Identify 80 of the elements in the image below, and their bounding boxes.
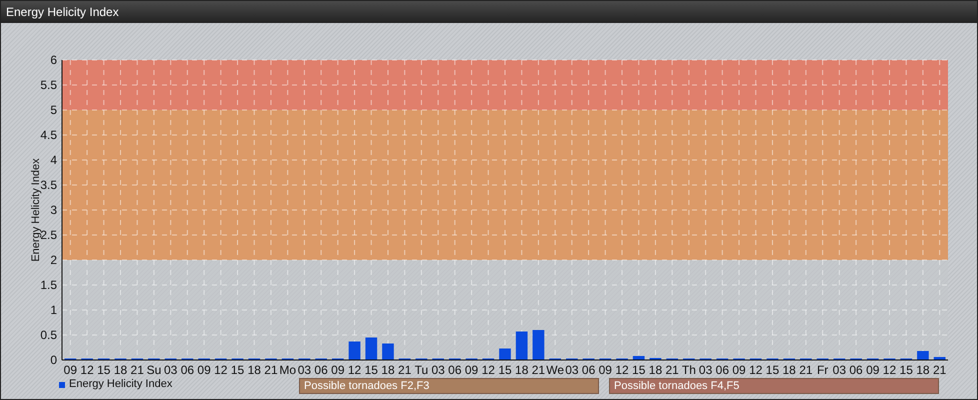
annotation-label: Possible tornadoes F4,F5 — [609, 378, 939, 394]
x-tick-label: 15 — [230, 363, 244, 377]
x-tick-label: 12 — [482, 363, 495, 377]
x-tick-label: 03 — [832, 363, 846, 377]
legend-label: Energy Helicity Index — [69, 378, 172, 390]
x-tick-label: 03 — [565, 363, 579, 377]
bar — [382, 344, 394, 360]
y-tick-label: 4 — [50, 153, 57, 167]
x-tick-label: 15 — [97, 363, 110, 377]
x-tick-label: 18 — [114, 363, 128, 377]
x-tick-label: 15 — [498, 363, 512, 377]
x-tick-label: 21 — [666, 363, 679, 377]
x-tick-label: 18 — [248, 363, 261, 377]
x-tick-label: 21 — [264, 363, 278, 377]
y-tick-label: 1 — [50, 303, 57, 317]
x-tick-label: 06 — [314, 363, 328, 377]
x-tick-label: 03 — [164, 363, 178, 377]
x-tick-label: Tu — [414, 363, 428, 377]
x-tick-label: 15 — [900, 363, 913, 377]
bar — [917, 351, 929, 360]
y-tick-label: 6 — [50, 53, 57, 67]
x-tick-label: 21 — [799, 363, 813, 377]
x-tick-label: Su — [146, 363, 162, 377]
bar — [516, 332, 528, 360]
bar — [934, 357, 946, 360]
x-tick-label: 21 — [532, 363, 546, 377]
x-tick-label: 09 — [64, 363, 78, 377]
x-tick-label: 06 — [180, 363, 194, 377]
x-tick-label: 12 — [80, 363, 94, 377]
y-tick-label: 5 — [50, 103, 57, 117]
x-tick-label: 12 — [882, 363, 896, 377]
window-title: Energy Helicity Index — [1, 1, 977, 23]
x-tick-label: Th — [682, 363, 696, 377]
x-tick-label: 09 — [331, 363, 344, 377]
x-tick-label: 18 — [782, 363, 796, 377]
x-tick-label: 18 — [515, 363, 528, 377]
x-tick-label: We — [546, 363, 564, 377]
x-tick-label: 09 — [732, 363, 746, 377]
x-tick-label: 21 — [130, 363, 144, 377]
x-tick-label: 12 — [348, 363, 362, 377]
x-tick-label: 15 — [766, 363, 780, 377]
x-tick-label: 06 — [448, 363, 462, 377]
y-tick-label: 1.5 — [40, 278, 57, 292]
x-tick-label: 12 — [749, 363, 762, 377]
y-tick-label: 2 — [50, 253, 57, 267]
annotation-label: Possible tornadoes F2,F3 — [299, 378, 599, 394]
x-tick-label: Fr — [816, 363, 828, 377]
bar — [348, 342, 360, 360]
x-tick-label: 21 — [932, 363, 946, 377]
x-tick-label: 06 — [582, 363, 596, 377]
bar — [499, 348, 511, 360]
y-tick-label: 0 — [50, 353, 57, 367]
x-tick-label: 06 — [716, 363, 729, 377]
x-tick-label: 18 — [381, 363, 395, 377]
y-tick-label: 3 — [50, 203, 57, 217]
y-tick-label: 5.5 — [40, 78, 57, 92]
x-tick-label: 12 — [214, 363, 228, 377]
x-tick-label: 09 — [464, 363, 478, 377]
bar — [365, 338, 378, 360]
x-tick-label: 15 — [364, 363, 378, 377]
x-tick-label: 21 — [398, 363, 412, 377]
y-tick-label: 4.5 — [40, 128, 57, 142]
x-tick-label: 06 — [849, 363, 863, 377]
x-tick-label: 12 — [615, 363, 629, 377]
x-tick-label: 03 — [698, 363, 712, 377]
x-tick-label: 09 — [866, 363, 880, 377]
bar — [632, 356, 645, 360]
x-tick-label: 18 — [648, 363, 662, 377]
y-tick-label: 0.5 — [40, 328, 57, 342]
x-tick-label: Mo — [279, 363, 296, 377]
x-tick-label: 03 — [298, 363, 312, 377]
y-tick-label: 2.5 — [40, 228, 57, 242]
x-tick-label: 15 — [632, 363, 646, 377]
y-tick-label: 3.5 — [40, 178, 57, 192]
y-axis-title: Energy Helicity Index — [30, 158, 42, 262]
x-tick-label: 03 — [431, 363, 445, 377]
x-tick-label: 09 — [598, 363, 612, 377]
x-tick-label: 09 — [197, 363, 211, 377]
bar — [532, 330, 544, 360]
x-tick-label: 18 — [916, 363, 930, 377]
